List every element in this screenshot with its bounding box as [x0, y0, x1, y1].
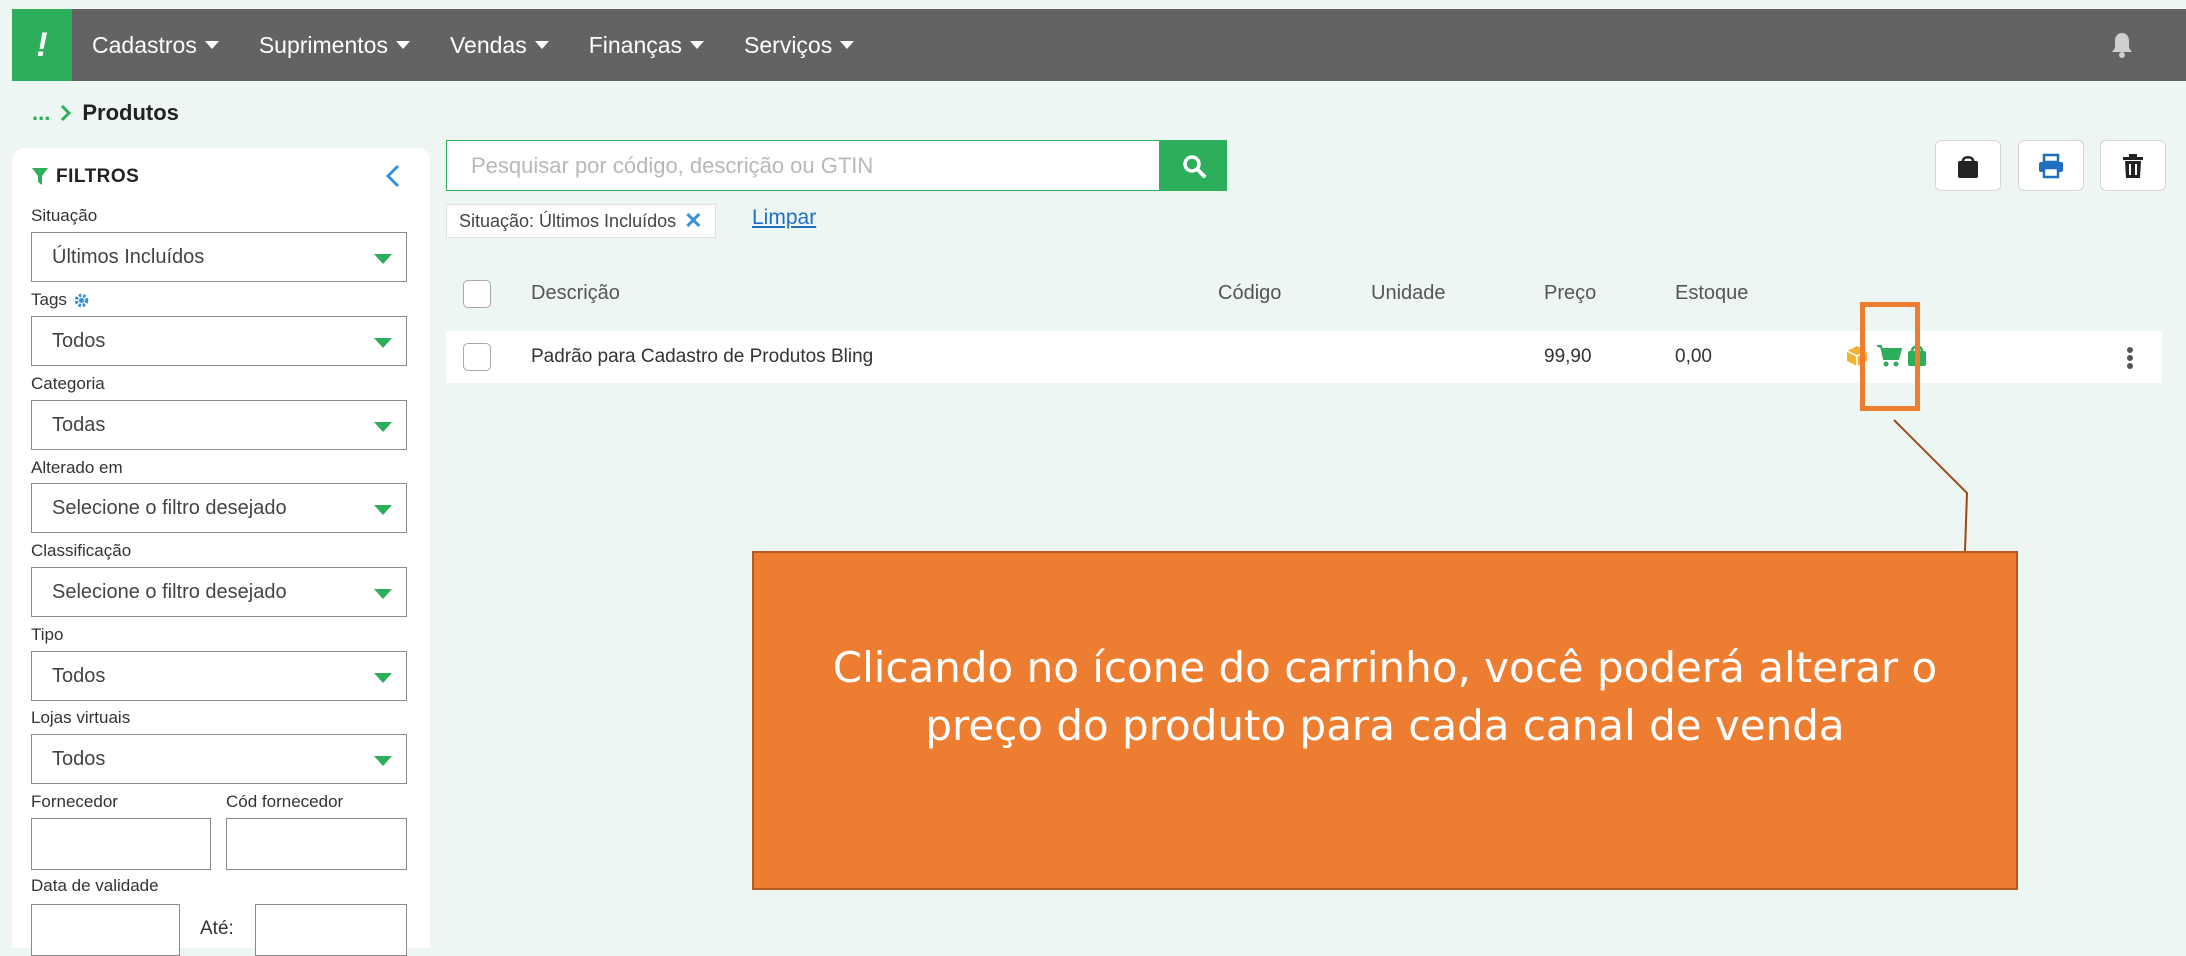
callout-text: Clicando no ícone do carrinho, você pode… [832, 643, 1938, 750]
tutorial-callout: Clicando no ícone do carrinho, você pode… [752, 551, 2018, 890]
